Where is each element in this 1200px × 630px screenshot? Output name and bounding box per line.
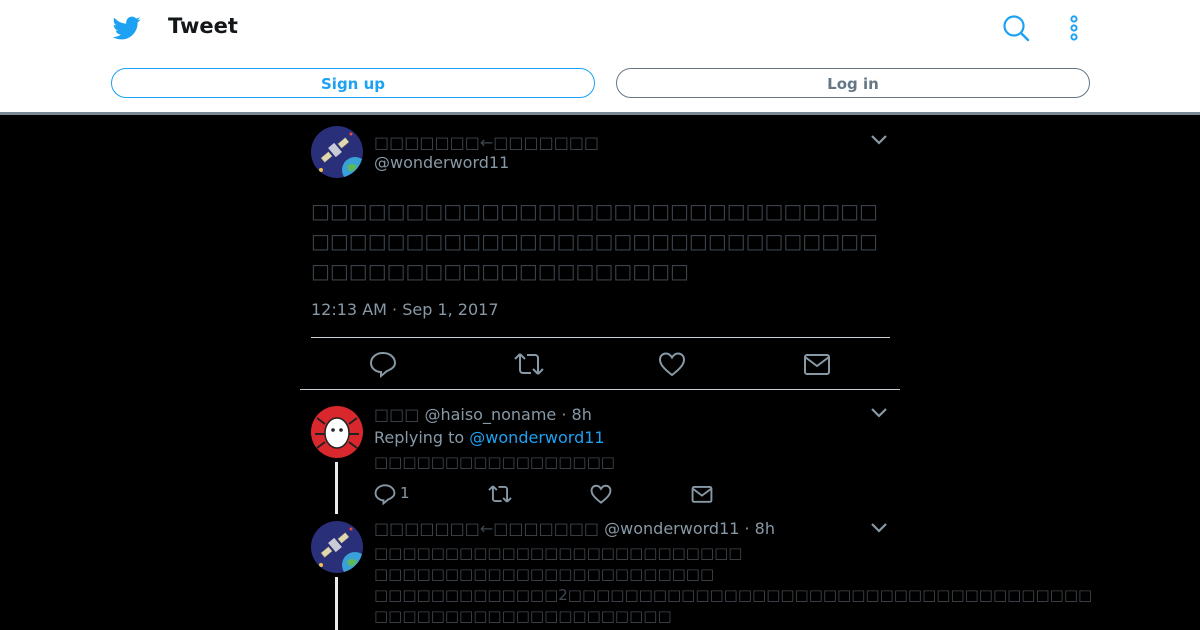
reply-icon[interactable] [369,350,397,378]
twitter-bird-icon[interactable] [112,14,142,42]
divider [311,337,890,338]
avatar[interactable] [311,521,363,573]
share-icon[interactable] [691,483,713,505]
more-options-icon[interactable] [1064,14,1084,42]
chevron-down-icon[interactable] [870,134,888,146]
reply-icon[interactable] [374,483,396,505]
retweet-icon[interactable] [487,483,513,505]
thread-line [335,462,338,514]
chevron-down-icon[interactable] [870,522,888,534]
search-icon[interactable] [1002,14,1030,42]
page-title: Tweet [168,14,238,38]
reply-header: □□□ @haiso_noname · 8h [374,405,592,424]
reply-author-name[interactable]: □□□□□□□←□□□□□□□ [374,519,599,538]
reply-text-line: □□□□□□□□□□□□□□□□□□□□□□□□ [374,565,715,583]
tweet-timestamp[interactable]: 12:13 AM · Sep 1, 2017 [311,300,499,319]
author-handle[interactable]: @wonderword11 [374,153,509,172]
avatar[interactable] [311,126,363,178]
log-in-button[interactable]: Log in [616,68,1090,98]
avatar[interactable] [311,406,363,458]
reply-text-line: □□□□□□□□□□□□□□□□□□□□□□□□□□ [374,544,743,562]
top-bar: Tweet Sign up Log in [0,0,1200,112]
replying-to: Replying to @wonderword11 [374,428,605,447]
replying-to-link[interactable]: @wonderword11 [469,428,604,447]
header-divider [0,112,1200,115]
share-icon[interactable] [803,350,831,378]
like-icon[interactable] [590,483,612,505]
replying-to-label: Replying to [374,428,465,447]
reply-header: □□□□□□□←□□□□□□□ @wonderword11 · 8h [374,519,775,538]
chevron-down-icon[interactable] [870,407,888,419]
retweet-icon[interactable] [513,350,545,378]
like-icon[interactable] [658,350,686,378]
reply-author-name[interactable]: □□□ [374,405,419,424]
thread-line [335,577,338,630]
divider [300,389,900,390]
reply-text: □□□□□□□□□□□□□□□□□ [374,453,615,471]
reply-text-line: □□□□□□□□□□□□□□□□□□□□□ [374,607,672,625]
tweet-text: □□□□□□□□□□□□□□□□□□□□□□□□□□□□□□□□□□□□□□□□… [311,199,878,283]
reply-handle-time[interactable]: @wonderword11 · 8h [604,519,775,538]
author-name[interactable]: □□□□□□□←□□□□□□□ [374,133,599,152]
sign-up-button[interactable]: Sign up [111,68,595,98]
reply-count: 1 [400,484,410,502]
reply-text-line: □□□□□□□□□□□□□2□□□□□□□□□□□□□□□□□□□□□□□□□□… [374,586,1093,604]
reply-handle-time[interactable]: @haiso_noname · 8h [424,405,591,424]
